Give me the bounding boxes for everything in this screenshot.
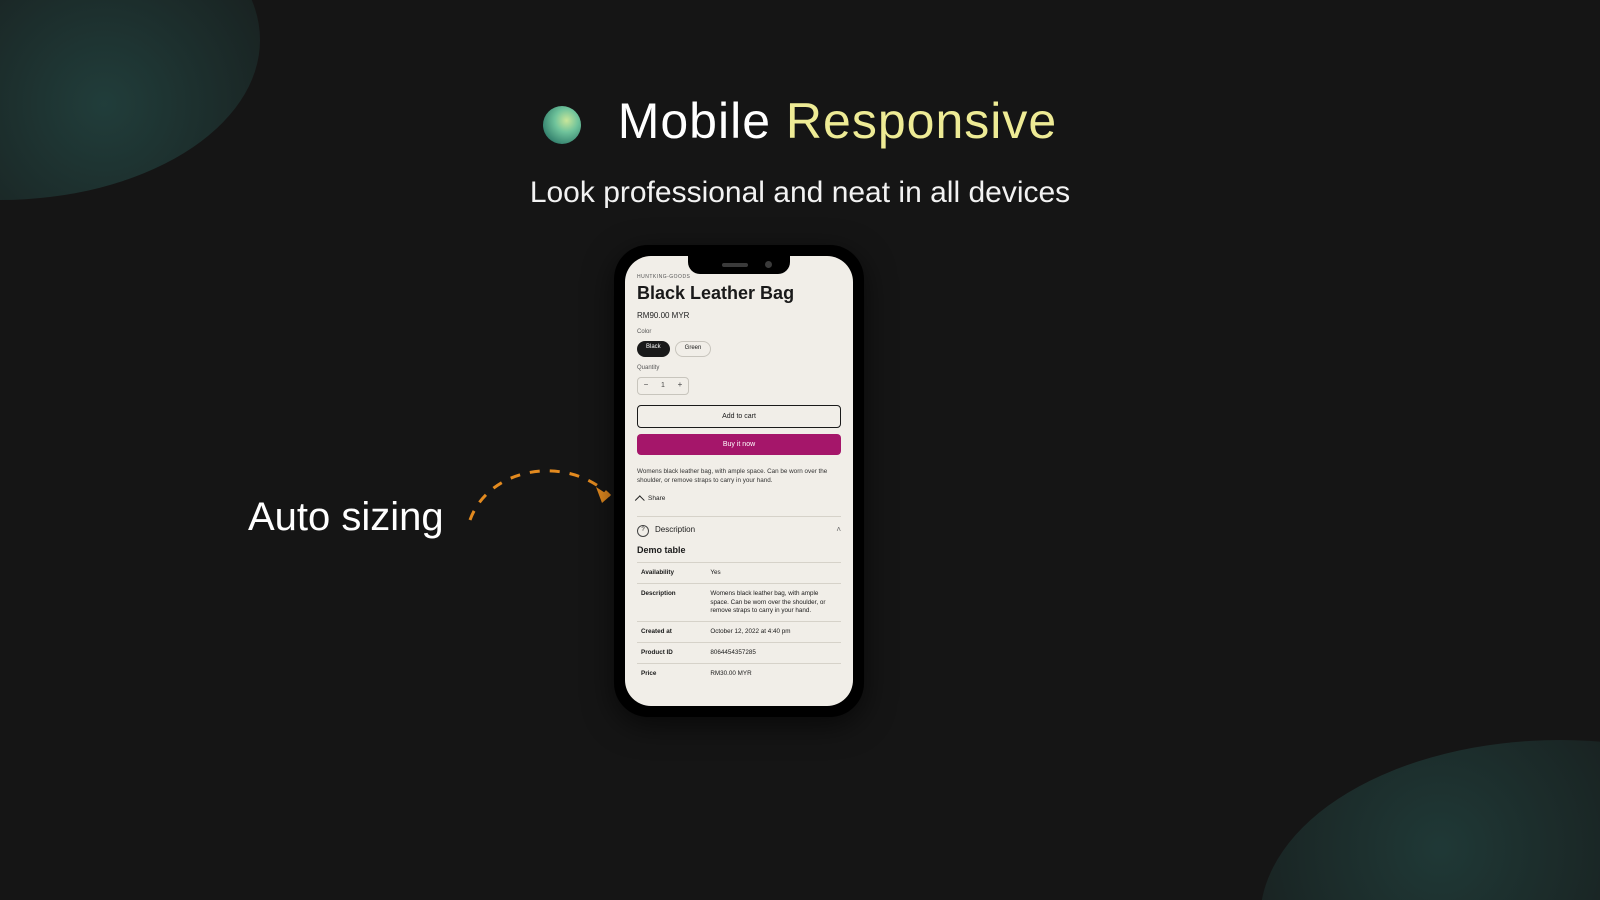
share-label: Share: [648, 495, 665, 503]
headline: Mobile Responsive: [0, 92, 1600, 150]
color-options: Black Green: [637, 341, 841, 357]
share-icon: [635, 495, 645, 505]
cell-value: 8064454357285: [706, 643, 841, 664]
table-row: Description Womens black leather bag, wi…: [637, 584, 841, 622]
cell-label: Product ID: [637, 643, 706, 664]
product-price: RM90.00 MYR: [637, 311, 841, 321]
demo-table: Availability Yes Description Womens blac…: [637, 562, 841, 684]
quantity-stepper: − 1 +: [637, 377, 689, 395]
phone-frame: HUNTKING-GOODS Black Leather Bag RM90.00…: [614, 245, 864, 717]
color-option-green[interactable]: Green: [675, 341, 712, 357]
product-title: Black Leather Bag: [637, 282, 841, 305]
product-page: HUNTKING-GOODS Black Leather Bag RM90.00…: [625, 256, 853, 706]
bullet-dot-icon: [543, 106, 581, 144]
marketing-slide: Mobile Responsive Look professional and …: [0, 0, 1600, 900]
vendor-label: HUNTKING-GOODS: [637, 274, 841, 281]
chevron-up-icon: ˄: [836, 525, 841, 535]
cell-value: RM30.00 MYR: [706, 664, 841, 685]
phone-screen: HUNTKING-GOODS Black Leather Bag RM90.00…: [625, 256, 853, 706]
cell-value: October 12, 2022 at 4:40 pm: [706, 621, 841, 642]
description-accordion[interactable]: ? Description ˄: [637, 516, 841, 537]
buy-now-button[interactable]: Buy it now: [637, 434, 841, 455]
decorative-glow-bottom-right: [1260, 740, 1600, 900]
phone-notch: [688, 256, 790, 274]
cell-label: Availability: [637, 563, 706, 584]
cell-label: Description: [637, 584, 706, 622]
color-option-black[interactable]: Black: [637, 341, 670, 357]
phone-inner: HUNTKING-GOODS Black Leather Bag RM90.00…: [625, 256, 853, 706]
demo-table-title: Demo table: [637, 545, 841, 557]
subheadline: Look professional and neat in all device…: [0, 176, 1600, 210]
callout-arrow-icon: [460, 450, 640, 540]
add-to-cart-button[interactable]: Add to cart: [637, 405, 841, 428]
cell-value: Yes: [706, 563, 841, 584]
cell-value: Womens black leather bag, with ample spa…: [706, 584, 841, 622]
color-label: Color: [637, 329, 841, 337]
quantity-increment[interactable]: +: [672, 378, 688, 394]
headline-word-2: Responsive: [786, 93, 1057, 149]
auto-sizing-callout: Auto sizing: [248, 495, 444, 540]
quantity-decrement[interactable]: −: [638, 378, 654, 394]
quantity-label: Quantity: [637, 365, 841, 373]
share-link[interactable]: Share: [637, 495, 841, 503]
cell-label: Price: [637, 664, 706, 685]
table-row: Product ID 8064454357285: [637, 643, 841, 664]
product-body: Womens black leather bag, with ample spa…: [637, 467, 841, 485]
cell-label: Created at: [637, 621, 706, 642]
question-mark-icon: ?: [637, 525, 649, 537]
accordion-title: Description: [655, 525, 695, 535]
table-row: Created at October 12, 2022 at 4:40 pm: [637, 621, 841, 642]
table-row: Price RM30.00 MYR: [637, 664, 841, 685]
headline-word-1: Mobile: [618, 93, 771, 149]
quantity-value: 1: [654, 378, 672, 394]
table-row: Availability Yes: [637, 563, 841, 584]
